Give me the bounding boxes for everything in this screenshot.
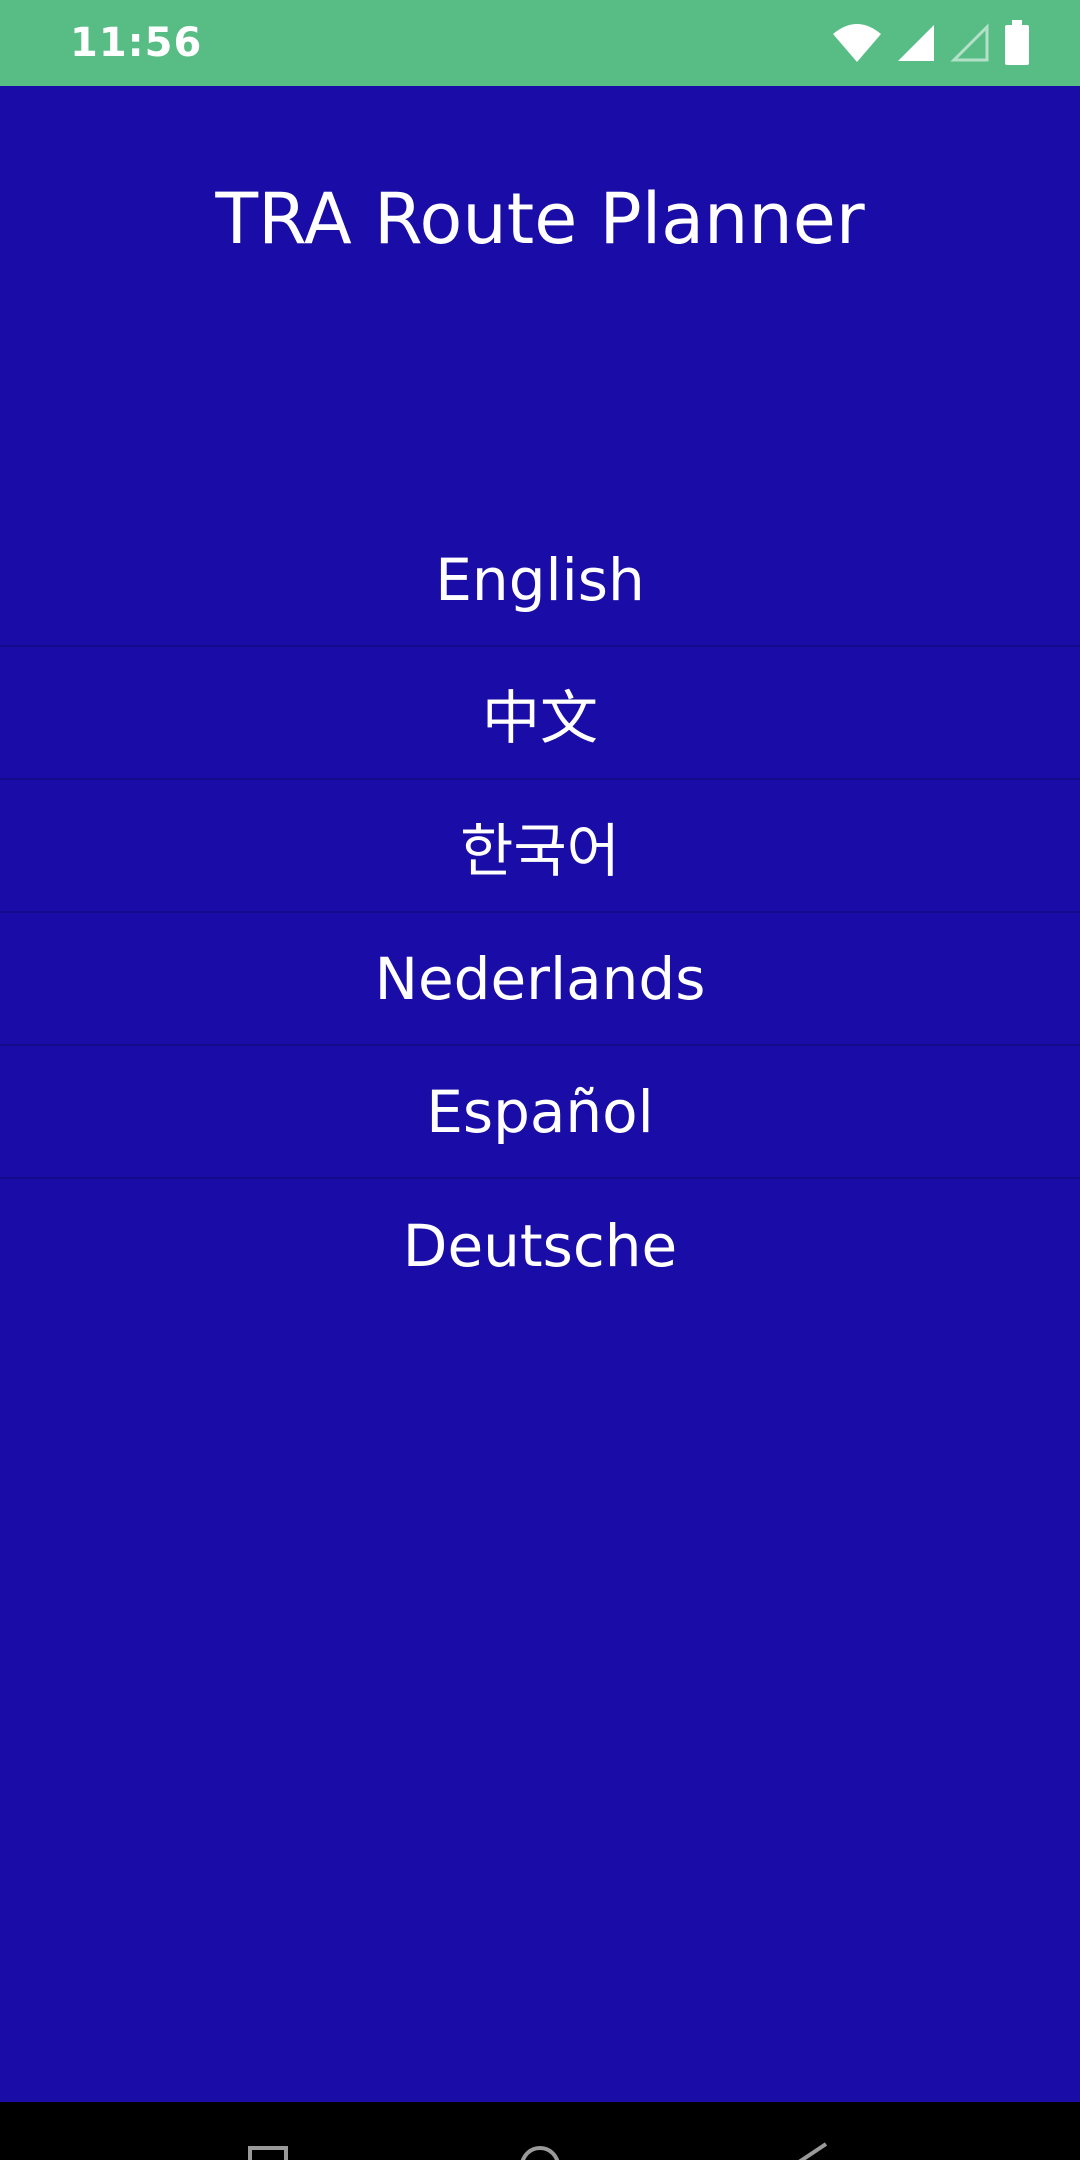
cellular-signal-icon	[896, 23, 936, 63]
status-icons	[832, 20, 1030, 66]
wifi-icon	[832, 22, 882, 64]
language-item-dutch[interactable]: Nederlands	[0, 913, 1080, 1046]
navigation-bar	[0, 2102, 1080, 2160]
app-title: TRA Route Planner	[215, 178, 865, 260]
home-icon[interactable]	[518, 2102, 562, 2160]
back-icon[interactable]	[790, 2102, 834, 2160]
language-select-screen: TRA Route Planner English 中文 한국어 Nederla…	[0, 86, 1080, 2102]
recents-icon[interactable]	[246, 2102, 290, 2160]
language-item-english[interactable]: English	[0, 514, 1080, 647]
language-list: English 中文 한국어 Nederlands Español Deutsc…	[0, 514, 1080, 1312]
status-bar: 11:56	[0, 0, 1080, 86]
language-item-korean[interactable]: 한국어	[0, 780, 1080, 913]
language-item-german[interactable]: Deutsche	[0, 1179, 1080, 1312]
language-item-chinese[interactable]: 中文	[0, 647, 1080, 780]
language-item-spanish[interactable]: Español	[0, 1046, 1080, 1179]
battery-icon	[1004, 20, 1030, 66]
status-time: 11:56	[70, 20, 203, 66]
cellular-signal-empty-icon	[950, 23, 990, 63]
